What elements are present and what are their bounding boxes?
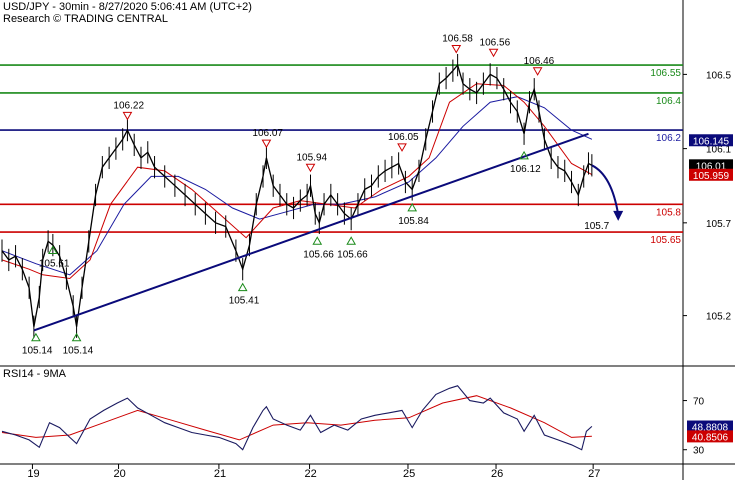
swing-low-label: 105.66 [337, 249, 368, 260]
swing-low-label: 105.41 [229, 296, 260, 307]
level-label: 105.8 [656, 207, 681, 218]
x-tick-label: 20 [114, 468, 126, 480]
price-chart: 106.5106.1105.7105.219 20 21 22 25 26 27106.55… [0, 0, 735, 480]
swing-low-marker [312, 236, 323, 245]
x-tick-label: 21 [214, 468, 226, 480]
level-label: 106.2 [656, 133, 681, 144]
x-tick-label: 26 [491, 468, 503, 480]
ma-red-line [1, 83, 593, 280]
swing-high-label: 105.94 [296, 152, 327, 163]
price-tick-label: 106.5 [706, 70, 731, 81]
projection-arrow-head [613, 210, 624, 221]
swing-low-label: 105.84 [398, 216, 429, 227]
axis-value-text: 106.145 [693, 136, 730, 147]
swing-low-marker [237, 282, 248, 292]
price-line [1, 63, 593, 327]
projection-target-label: 105.7 [584, 221, 609, 232]
price-tick-label: 105.2 [706, 312, 731, 323]
projection-arrow [591, 164, 620, 215]
swing-low-marker [31, 332, 41, 342]
swing-high-label: 106.46 [524, 56, 555, 67]
level-label: 105.65 [650, 235, 681, 246]
swing-high-label: 106.05 [388, 132, 419, 143]
level-label: 106.4 [656, 96, 681, 107]
swing-high-label: 106.22 [113, 100, 144, 111]
swing-high-marker [451, 45, 462, 54]
swing-low-marker [346, 236, 357, 245]
rsi-tick-label: 30 [693, 446, 705, 457]
swing-low-label: 106.12 [510, 164, 541, 175]
rsi-value-text: 40.8506 [692, 432, 729, 443]
swing-high-label: 106.58 [442, 34, 473, 45]
swing-high-marker [532, 67, 543, 76]
ma-blue-line [1, 96, 593, 276]
swing-high-label: 106.56 [480, 37, 511, 48]
x-tick-label: 25 [403, 468, 415, 480]
x-tick-label: 19 [27, 468, 39, 480]
swing-high-marker [305, 163, 316, 173]
swing-high-label: 106.07 [252, 128, 283, 139]
swing-low-label: 105.14 [63, 346, 94, 357]
swing-high-marker [488, 48, 499, 58]
x-tick-label: 22 [305, 468, 317, 480]
rsi-ma-line [1, 395, 592, 441]
level-label: 106.55 [650, 68, 681, 79]
swing-high-marker [122, 111, 133, 121]
x-tick-label: 27 [588, 468, 600, 480]
swing-low-label: 105.66 [303, 249, 334, 260]
axis-value-text: 105.959 [693, 171, 730, 182]
swing-low-label: 105.61 [39, 259, 70, 270]
swing-high-marker [261, 139, 272, 149]
rsi-tick-label: 70 [693, 397, 705, 408]
swing-low-label: 105.14 [22, 346, 53, 357]
rsi-line [1, 385, 593, 451]
price-tick-label: 105.7 [706, 219, 731, 230]
swing-high-marker [397, 143, 407, 152]
